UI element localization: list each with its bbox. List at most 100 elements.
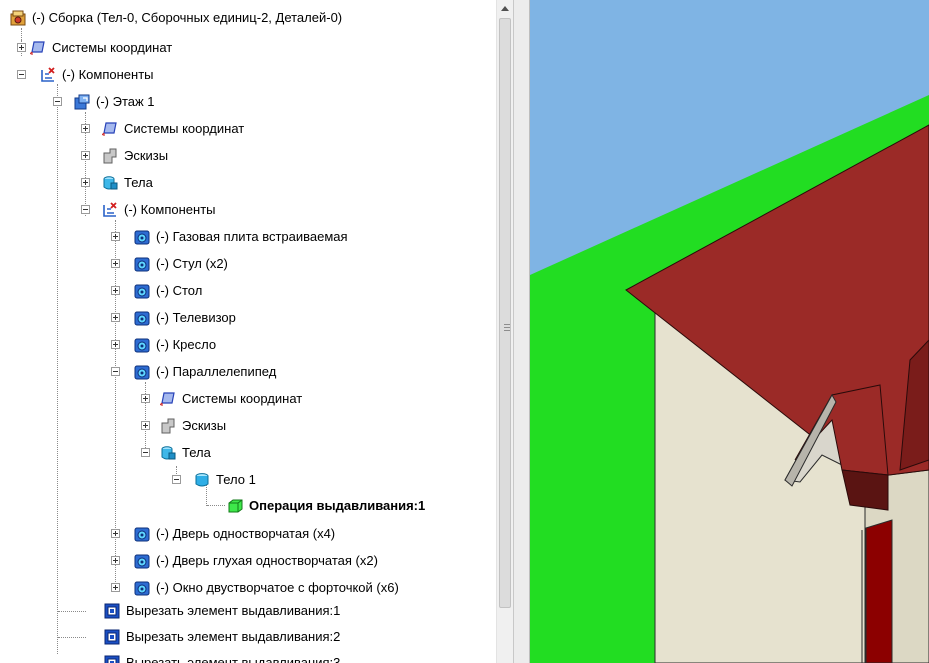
tree-node-label: Операция выдавливания:1 <box>249 498 426 513</box>
tree-node-part[interactable]: (-) Параллелепипед <box>134 362 276 382</box>
tree-node-sketches[interactable]: Эскизы <box>160 416 226 436</box>
collapse-toggle[interactable] <box>141 448 150 457</box>
bodies-icon <box>160 445 176 461</box>
tree-vertical-scrollbar[interactable] <box>496 0 513 663</box>
body-icon <box>194 472 210 488</box>
scrollbar-thumb[interactable] <box>499 18 511 608</box>
tree-node-label: Вырезать элемент выдавливания:2 <box>126 629 341 644</box>
tree-node-label: (-) Газовая плита встраиваемая <box>156 229 348 244</box>
expand-toggle[interactable] <box>141 421 150 430</box>
tree-node-part[interactable]: (-) Стул (x2) <box>134 254 228 274</box>
collapse-toggle[interactable] <box>172 475 181 484</box>
tree-node-label: Тела <box>124 175 153 190</box>
part-icon <box>134 229 150 245</box>
expand-toggle[interactable] <box>81 151 90 160</box>
cut-extrude-icon <box>104 603 120 619</box>
tree-node-label: (-) Сборка (Тел-0, Сборочных единиц-2, Д… <box>32 10 343 25</box>
panel-splitter[interactable] <box>513 0 530 663</box>
tree-node-label: Системы координат <box>52 40 173 55</box>
expand-toggle[interactable] <box>111 529 120 538</box>
tree-node-label: (-) Окно двустворчатое с форточкой (x6) <box>156 580 399 595</box>
sketches-icon <box>160 418 176 434</box>
house-door <box>865 519 893 663</box>
expand-toggle[interactable] <box>111 286 120 295</box>
extrude-operation-icon <box>227 498 243 514</box>
part-icon <box>134 526 150 542</box>
expand-toggle[interactable] <box>111 583 120 592</box>
tree-node-cut-extrude[interactable]: Вырезать элемент выдавливания:3 <box>104 653 340 663</box>
tree-node-label: (-) Дверь глухая одностворчатая (x2) <box>156 553 378 568</box>
tree-node-label: (-) Параллелепипед <box>156 364 277 379</box>
tree-node-components[interactable]: (-) Компоненты <box>102 200 216 220</box>
sketches-icon <box>102 148 118 164</box>
part-icon <box>134 337 150 353</box>
expand-toggle[interactable] <box>111 313 120 322</box>
expand-toggle[interactable] <box>111 232 120 241</box>
house-model-view[interactable] <box>530 0 929 663</box>
model-tree-panel[interactable]: (-) Сборка (Тел-0, Сборочных единиц-2, Д… <box>0 0 496 663</box>
scroll-up-arrow-icon[interactable] <box>497 0 513 17</box>
expand-toggle[interactable] <box>17 43 26 52</box>
tree-node-label: (-) Кресло <box>156 337 217 352</box>
tree-node-label: (-) Компоненты <box>62 67 154 82</box>
tree-node-floor-1[interactable]: (-) Этаж 1 <box>74 92 155 112</box>
coordinate-system-icon <box>102 121 118 137</box>
tree-node-part[interactable]: (-) Кресло <box>134 335 216 355</box>
tree-node-coordinate-systems[interactable]: Системы координат <box>160 389 302 409</box>
collapse-toggle[interactable] <box>111 367 120 376</box>
expand-toggle[interactable] <box>111 340 120 349</box>
expand-toggle[interactable] <box>81 124 90 133</box>
bodies-icon <box>102 175 118 191</box>
tree-node-label: Вырезать элемент выдавливания:1 <box>126 603 341 618</box>
tree-node-label: Вырезать элемент выдавливания:3 <box>126 655 341 663</box>
components-icon <box>102 202 118 218</box>
tree-node-label: Системы координат <box>182 391 303 406</box>
tree-node-part[interactable]: (-) Дверь глухая одностворчатая (x2) <box>134 551 378 571</box>
tree-node-coordinate-systems[interactable]: Системы координат <box>30 38 172 58</box>
assembly-icon <box>10 10 26 26</box>
collapse-toggle[interactable] <box>53 97 62 106</box>
tree-node-coordinate-systems[interactable]: Системы координат <box>102 119 244 139</box>
tree-node-label: (-) Дверь одностворчатая (x4) <box>156 526 336 541</box>
components-icon <box>40 67 56 83</box>
tree-node-part[interactable]: (-) Газовая плита встраиваемая <box>134 227 348 247</box>
collapse-toggle[interactable] <box>81 205 90 214</box>
cut-extrude-icon <box>104 655 120 663</box>
part-icon <box>134 310 150 326</box>
tree-node-label: Эскизы <box>124 148 169 163</box>
tree-node-label: (-) Компоненты <box>124 202 216 217</box>
part-icon <box>134 580 150 596</box>
part-icon <box>134 256 150 272</box>
tree-node-part[interactable]: (-) Дверь одностворчатая (x4) <box>134 524 335 544</box>
tree-node-label: (-) Телевизор <box>156 310 236 325</box>
expand-toggle[interactable] <box>111 259 120 268</box>
tree-node-label: (-) Стол <box>156 283 203 298</box>
subassembly-icon <box>74 94 90 110</box>
expand-toggle[interactable] <box>141 394 150 403</box>
tree-node-cut-extrude[interactable]: Вырезать элемент выдавливания:1 <box>104 601 340 621</box>
tree-node-part[interactable]: (-) Стол <box>134 281 202 301</box>
tree-node-assembly-root[interactable]: (-) Сборка (Тел-0, Сборочных единиц-2, Д… <box>10 8 342 28</box>
tree-node-cut-extrude[interactable]: Вырезать элемент выдавливания:2 <box>104 627 340 647</box>
tree-node-label: (-) Стул (x2) <box>156 256 228 271</box>
tree-node-part[interactable]: (-) Телевизор <box>134 308 236 328</box>
tree-node-label: Тела <box>182 445 211 460</box>
tree-node-bodies[interactable]: Тела <box>102 173 153 193</box>
part-icon <box>134 283 150 299</box>
coordinate-system-icon <box>160 391 176 407</box>
3d-viewport[interactable] <box>530 0 929 663</box>
part-icon <box>134 364 150 380</box>
tree-node-extrude-operation[interactable]: Операция выдавливания:1 <box>227 496 425 516</box>
tree-node-part[interactable]: (-) Окно двустворчатое с форточкой (x6) <box>134 578 399 598</box>
expand-toggle[interactable] <box>81 178 90 187</box>
expand-toggle[interactable] <box>111 556 120 565</box>
tree-node-label: (-) Этаж 1 <box>96 94 155 109</box>
tree-node-body-1[interactable]: Тело 1 <box>194 470 256 490</box>
cut-extrude-icon <box>104 629 120 645</box>
tree-node-components[interactable]: (-) Компоненты <box>40 65 154 85</box>
tree-node-bodies[interactable]: Тела <box>160 443 211 463</box>
tree-node-label: Системы координат <box>124 121 245 136</box>
tree-node-sketches[interactable]: Эскизы <box>102 146 168 166</box>
part-icon <box>134 553 150 569</box>
collapse-toggle[interactable] <box>17 70 26 79</box>
